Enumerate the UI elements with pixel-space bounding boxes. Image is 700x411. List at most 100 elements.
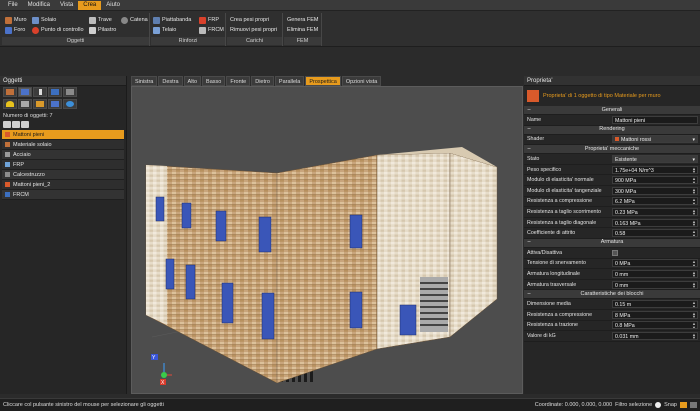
modulo-tangenziale-field[interactable]: 300 MPa ▲ ▼ — [612, 186, 698, 195]
spinner-icon[interactable]: ▲ ▼ — [692, 177, 696, 183]
modulo-normale-field[interactable]: 900 MPa ▲ ▼ — [612, 176, 698, 185]
list-item[interactable]: Acciaio — [2, 150, 124, 160]
resistenza-compressione-field[interactable]: 6.2 MPa ▲ ▼ — [612, 197, 698, 206]
section-meccaniche[interactable]: – Proprieta' meccaniche — [524, 145, 700, 155]
taglio-scorrimento-field[interactable]: 0.23 MPa ▲ ▼ — [612, 207, 698, 216]
spinner-icon[interactable]: ▲ ▼ — [692, 209, 696, 215]
section-blocchi[interactable]: – Caratteristiche dei blocchi — [524, 290, 700, 300]
spinner-icon[interactable]: ▲ ▼ — [692, 312, 696, 318]
valore-kg-field[interactable]: 0.031 mm ▲ ▼ — [612, 331, 698, 340]
foro-button[interactable]: Foro — [5, 26, 25, 35]
list-item[interactable]: Mattoni pieni — [2, 130, 124, 140]
wall-right-side[interactable] — [449, 152, 498, 338]
spinner-icon[interactable]: ▲ ▼ — [692, 333, 696, 339]
tab-walls[interactable] — [3, 87, 17, 97]
list-item[interactable]: FRP — [2, 160, 124, 170]
elimina-fem-button[interactable]: Elimina FEM — [287, 26, 318, 35]
snap-toggle-icon[interactable] — [680, 402, 687, 408]
spinner-icon[interactable]: ▲ ▼ — [692, 167, 696, 173]
genera-fem-button[interactable]: Genera FEM — [287, 16, 318, 25]
3d-viewport[interactable]: Y X — [131, 86, 523, 394]
rimuovi-pesi-propri-button[interactable]: Rimuovi pesi propri — [230, 26, 277, 35]
armatura-longitudinale-field[interactable]: 0 mm ▲ ▼ — [612, 269, 698, 278]
dimensione-media-field[interactable]: 0.15 m ▲ ▼ — [612, 300, 698, 309]
armatura-checkbox[interactable] — [612, 249, 618, 256]
tab-stack[interactable] — [33, 99, 47, 109]
material-swatch — [5, 132, 10, 137]
stack-icon — [36, 101, 44, 107]
tab-loads[interactable] — [3, 99, 17, 109]
frp-button[interactable]: FRP — [199, 16, 219, 25]
duplicate-object-icon[interactable] — [12, 121, 20, 128]
spinner-icon[interactable]: ▲ ▼ — [692, 230, 696, 236]
tab-fronte[interactable]: Fronte — [226, 76, 251, 86]
punto-di-controllo-button[interactable]: Punto di controllo — [32, 26, 84, 35]
add-object-icon[interactable] — [3, 121, 11, 128]
spinner-icon[interactable]: ▲ ▼ — [692, 260, 696, 266]
tab-dietro[interactable]: Dietro — [251, 76, 274, 86]
property-row-shader: Shader Mattoni rossi ▾ — [524, 135, 700, 146]
tab-parallela[interactable]: Parallela — [274, 76, 305, 86]
solaio-button[interactable]: Solaio — [32, 16, 56, 25]
tab-materials[interactable] — [18, 87, 32, 97]
spinner-icon[interactable]: ▲ ▼ — [692, 301, 696, 307]
list-item[interactable]: Materiale solaio — [2, 140, 124, 150]
wall-center-facade[interactable] — [276, 154, 378, 384]
menu-file[interactable]: File — [3, 1, 23, 10]
tab-beams[interactable] — [33, 87, 47, 97]
frcm-button[interactable]: FRCM — [199, 26, 224, 35]
tab-slabs[interactable] — [48, 87, 62, 97]
taglio-diagonale-field[interactable]: 0.163 MPa ▲ ▼ — [612, 218, 698, 227]
stato-select[interactable]: Esistente ▾ — [612, 154, 698, 163]
shader-select[interactable]: Mattoni rossi ▾ — [612, 135, 698, 144]
pilastro-button[interactable]: Pilastro — [89, 26, 116, 35]
lintel-icon — [153, 17, 160, 24]
blocchi-trazione-field[interactable]: 0.8 MPa ▲ ▼ — [612, 321, 698, 330]
delete-object-icon[interactable] — [21, 121, 29, 128]
section-armatura[interactable]: – Armatura — [524, 238, 700, 248]
section-generali[interactable]: – Generali — [524, 106, 700, 115]
chain-icon — [121, 17, 128, 24]
list-item[interactable]: FRCM — [2, 190, 124, 200]
tensione-snervamento-field[interactable]: 0 MPa ▲ ▼ — [612, 259, 698, 268]
name-field[interactable]: Mattoni pieni — [612, 115, 698, 124]
muro-button[interactable]: Muro — [5, 16, 27, 25]
armatura-trasversale-field[interactable]: 0 mm ▲ ▼ — [612, 280, 698, 289]
spinner-icon[interactable]: ▲ ▼ — [692, 271, 696, 277]
list-item[interactable]: Mattoni pieni_2 — [2, 180, 124, 190]
tab-sections[interactable] — [63, 87, 77, 97]
peso-specifico-field[interactable]: 1.75e+04 N/m^3 ▲ ▼ — [612, 165, 698, 174]
blocchi-compressione-field[interactable]: 8 MPa ▲ ▼ — [612, 310, 698, 319]
tab-prospettica[interactable]: Prospettica — [305, 76, 341, 86]
telaio-button[interactable]: Telaio — [153, 26, 176, 35]
piattabanda-button[interactable]: Piattabanda — [153, 16, 191, 25]
property-row: Armatura trasversale 0 mm ▲ ▼ — [524, 280, 700, 291]
coefficiente-attrito-field[interactable]: 0.58 ▲ ▼ — [612, 229, 698, 238]
snap-label: Snap — [664, 402, 677, 408]
tab-grid[interactable] — [18, 99, 32, 109]
trave-button[interactable]: Trave — [89, 16, 112, 25]
spinner-icon[interactable]: ▲ ▼ — [692, 282, 696, 288]
tab-sinistra[interactable]: Sinistra — [131, 76, 158, 86]
snap-mode-icon[interactable] — [690, 402, 697, 408]
tab-shapes[interactable] — [48, 99, 62, 109]
section-rendering[interactable]: – Rendering — [524, 125, 700, 135]
list-item[interactable]: Calcestruzzo — [2, 170, 124, 180]
crea-pesi-propri-button[interactable]: Crea pesi propri — [230, 16, 269, 25]
menu-aiuto[interactable]: Aiuto — [101, 1, 125, 10]
catena-button[interactable]: Catena — [121, 16, 148, 25]
spinner-icon[interactable]: ▲ ▼ — [692, 188, 696, 194]
tab-destra[interactable]: Destra — [158, 76, 183, 86]
spinner-icon[interactable]: ▲ ▼ — [692, 322, 696, 328]
spinner-icon[interactable]: ▲ ▼ — [692, 220, 696, 226]
selection-filter-icon[interactable] — [655, 402, 662, 408]
spinner-icon[interactable]: ▲ ▼ — [692, 198, 696, 204]
tab-opzioni-vista[interactable]: Opzioni vista — [341, 76, 382, 86]
menu-modifica[interactable]: Modifica — [23, 1, 55, 10]
tab-globe[interactable] — [63, 99, 77, 109]
tab-alto[interactable]: Alto — [183, 76, 202, 86]
menu-crea[interactable]: Crea — [78, 0, 102, 10]
menu-vista[interactable]: Vista — [55, 1, 78, 10]
shapes-icon — [51, 101, 59, 107]
tab-basso[interactable]: Basso — [202, 76, 226, 86]
